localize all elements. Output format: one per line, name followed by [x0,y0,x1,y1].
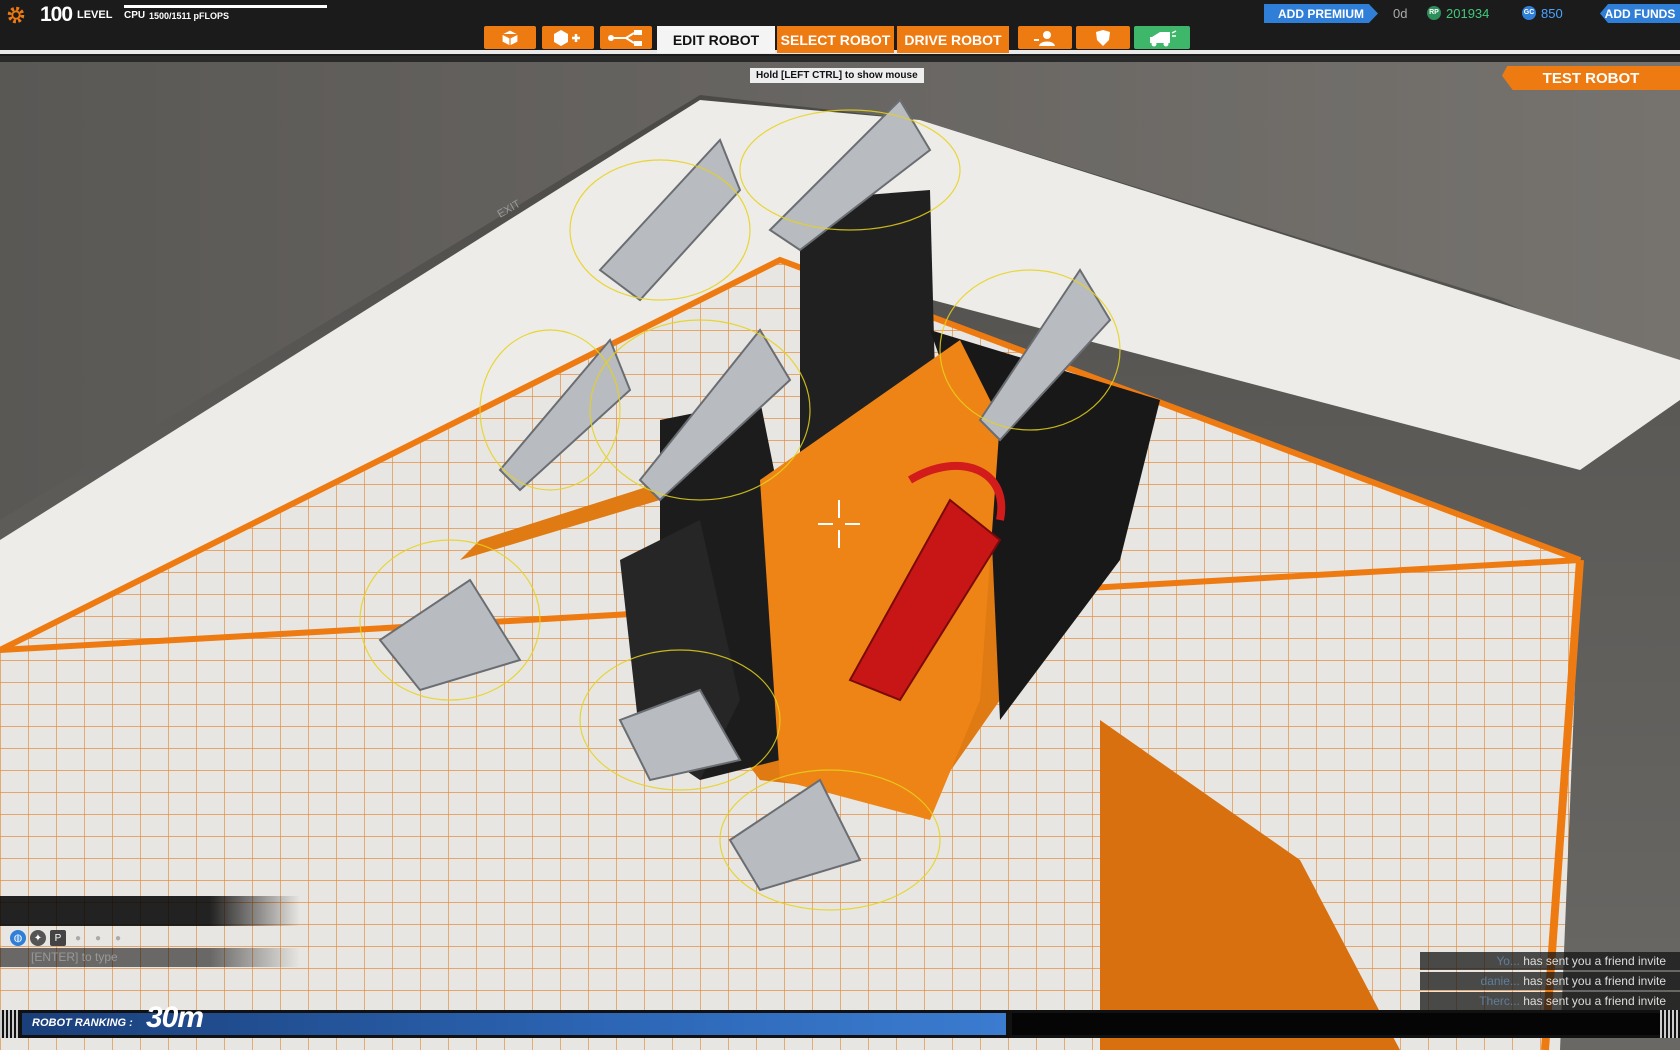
level-label: LEVEL [77,9,113,21]
notification-message: has sent you a friend invite [1523,954,1666,968]
robot-ranking-label: ROBOT RANKING : [32,1017,133,1029]
galaxy-credits-value: 850 [1541,6,1563,21]
ranking-left-ticks [0,1010,20,1038]
branch-icon [608,29,642,46]
cube-icon [501,28,519,47]
robot-points-icon: RP [1427,6,1441,20]
player-level: 100 [40,3,73,26]
friend-invite-notification[interactable]: Therc... has sent you a friend invite [1420,992,1680,1010]
notification-sender: danie... [1480,974,1520,988]
friend-invite-notification[interactable]: danie... has sent you a friend invite [1420,972,1680,990]
private-chat-icon[interactable]: P [50,930,66,946]
settings-gear-icon[interactable] [5,4,27,26]
whisper-chat-icon[interactable]: ● [110,930,126,946]
clan-button[interactable] [1076,26,1130,49]
premium-timer: 0d [1393,6,1408,21]
tab-select-robot[interactable]: SELECT ROBOT [777,26,894,53]
chat-channel-icons: ◍ ✦ P ● ● ● [10,930,126,946]
friend-invite-notification[interactable]: Yo... has sent you a friend invite [1420,952,1680,970]
cpu-label: CPU [124,10,146,21]
clan-chat-icon[interactable]: ● [90,930,106,946]
cube-plus-icon [554,29,580,46]
mouse-hint-tooltip: Hold [LEFT CTRL] to show mouse [750,68,924,83]
tab-drive-robot[interactable]: DRIVE ROBOT [897,26,1009,53]
party-chat-icon[interactable]: ✦ [30,930,46,946]
profile-button[interactable] [1018,26,1072,49]
connections-button[interactable] [600,26,652,49]
chat-input[interactable]: [ENTER] to type [0,948,300,967]
profile-icon [1034,30,1055,46]
top-bar-shadow [0,56,1680,62]
notification-message: has sent you a friend invite [1523,994,1666,1008]
test-robot-button[interactable]: TEST ROBOT [1502,66,1680,90]
chat-log [0,896,300,926]
add-premium-button[interactable]: ADD PREMIUM [1264,4,1378,23]
garage-icon [1150,29,1177,46]
friend-chat-icon[interactable]: ● [70,930,86,946]
add-funds-button[interactable]: ADD FUNDS [1600,4,1680,23]
ranking-right-ticks [1660,1010,1680,1038]
add-cube-button[interactable] [542,26,594,49]
robot-ranking-value: 30m [146,1001,204,1034]
inventory-cube-button[interactable] [484,26,536,49]
cpu-value: 1500/1511 pFLOPS [149,11,230,21]
garage-button[interactable] [1134,26,1190,49]
global-chat-icon[interactable]: ◍ [10,930,26,946]
notification-sender: Therc... [1479,994,1520,1008]
shield-icon [1096,29,1110,46]
tab-edit-robot[interactable]: EDIT ROBOT [657,26,775,53]
robot-points-value: 201934 [1446,6,1490,21]
notification-message: has sent you a friend invite [1523,974,1666,988]
galaxy-credits-icon: GC [1522,6,1536,20]
notification-sender: Yo... [1496,954,1520,968]
cpu-usage-bar [124,5,327,8]
ranking-progress-track [1012,1013,1660,1035]
